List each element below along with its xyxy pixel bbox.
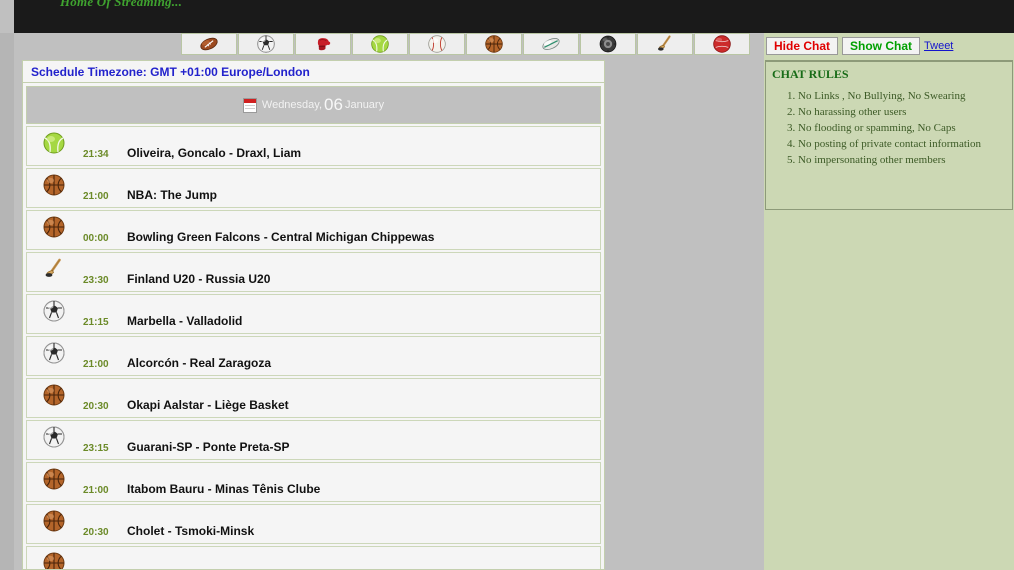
chat-rules-title: CHAT RULES xyxy=(772,67,849,81)
chat-rule-item: No flooding or spamming, No Caps xyxy=(798,120,1012,136)
rugby-icon xyxy=(541,34,561,54)
schedule-event-row[interactable]: 20:30 Okapi Aalstar - Liège Basket xyxy=(26,378,601,418)
schedule-month: January xyxy=(344,99,385,111)
chat-column: Hide Chat Show Chat Tweet CHAT RULES No … xyxy=(764,33,1014,570)
show-chat-button[interactable]: Show Chat xyxy=(842,37,921,55)
event-name: Bowling Green Falcons - Central Michigan… xyxy=(127,230,435,244)
schedule-date-bar: Wednesday, 06 January xyxy=(26,86,601,124)
basketball-icon xyxy=(42,383,66,407)
schedule-event-row[interactable]: 23:15 Guarani-SP - Ponte Preta-SP xyxy=(26,420,601,460)
chat-rules-box: CHAT RULES No Links , No Bullying, No Sw… xyxy=(765,60,1013,210)
event-time: 21:15 xyxy=(83,317,109,328)
chat-rule-item: No impersonating other members xyxy=(798,152,1012,168)
hide-chat-button[interactable]: Hide Chat xyxy=(766,37,839,55)
site-banner: Home Of Streaming... xyxy=(14,0,1014,33)
tweet-link[interactable]: Tweet xyxy=(924,40,953,52)
schedule-event-row[interactable]: 20:30 Cholet - Tsmoki-Minsk xyxy=(26,504,601,544)
schedule-event-row[interactable]: 21:00 NBA: The Jump xyxy=(26,168,601,208)
schedule-event-row[interactable]: 00:00 Bowling Green Falcons - Central Mic… xyxy=(26,210,601,250)
ice-hockey-icon xyxy=(42,257,66,281)
event-time: 20:30 xyxy=(83,401,109,412)
chat-controls: Hide Chat Show Chat Tweet xyxy=(766,37,953,55)
sport-tab-tennis[interactable] xyxy=(352,33,408,55)
basketball-icon xyxy=(484,34,504,54)
event-name: Oliveira, Goncalo - Draxl, Liam xyxy=(127,146,302,160)
event-time: 21:34 xyxy=(83,149,109,160)
sport-tab-ice-hockey[interactable] xyxy=(637,33,693,55)
sport-tab-motorsport[interactable] xyxy=(580,33,636,55)
chat-rule-item: No posting of private contact informatio… xyxy=(798,136,1012,152)
schedule-weekday: Wednesday, xyxy=(261,99,323,111)
american-football-icon xyxy=(199,34,219,54)
calendar-icon xyxy=(242,97,257,113)
basketball-icon xyxy=(42,467,66,491)
schedule-day: 06 xyxy=(324,95,343,114)
event-name: Alcorcón - Real Zaragoza xyxy=(127,356,272,370)
event-time: 21:00 xyxy=(83,191,109,202)
schedule-event-row[interactable]: 21:00 Alcorcón - Real Zaragoza xyxy=(26,336,601,376)
chat-message-area[interactable] xyxy=(764,212,1014,570)
event-name: Finland U20 - Russia U20 xyxy=(127,272,271,286)
basketball-icon xyxy=(42,509,66,533)
sport-tab-basketball[interactable] xyxy=(466,33,522,55)
schedule-panel: Schedule Timezone: GMT +01:00 Europe/Lon… xyxy=(22,60,605,570)
event-time: 21:00 xyxy=(83,359,109,370)
event-time: 21:00 xyxy=(83,485,109,496)
site-logo-text: Home Of Streaming... xyxy=(60,0,183,9)
event-name: Cholet - Tsmoki-Minsk xyxy=(127,524,255,538)
event-time: 00:00 xyxy=(83,233,109,244)
chat-rule-item: No Links , No Bullying, No Swearing xyxy=(798,88,1012,104)
chat-rules-list: No Links , No Bullying, No SwearingNo ha… xyxy=(766,88,1012,168)
ice-hockey-icon xyxy=(655,34,675,54)
event-time: 20:30 xyxy=(83,527,109,538)
sport-tab-rugby[interactable] xyxy=(523,33,579,55)
tennis-icon xyxy=(42,131,66,155)
event-time: 23:15 xyxy=(83,443,109,454)
schedule-event-row[interactable]: 21:34 Oliveira, Goncalo - Draxl, Liam xyxy=(26,126,601,166)
schedule-event-row[interactable] xyxy=(26,546,601,569)
tennis-icon xyxy=(370,34,390,54)
boxing-icon xyxy=(313,34,333,54)
schedule-event-list: 21:34 Oliveira, Goncalo - Draxl, Liam 21:… xyxy=(23,124,604,569)
basketball-icon xyxy=(42,215,66,239)
left-gutter xyxy=(0,33,14,570)
event-name: Marbella - Valladolid xyxy=(127,314,243,328)
center-empty-area xyxy=(607,57,764,570)
event-name: Okapi Aalstar - Liège Basket xyxy=(127,398,289,412)
sport-tab-baseball[interactable] xyxy=(409,33,465,55)
schedule-timezone-title: Schedule Timezone: GMT +01:00 Europe/Lon… xyxy=(23,61,604,83)
schedule-event-row[interactable]: 23:30 Finland U20 - Russia U20 xyxy=(26,252,601,292)
basketball-icon xyxy=(42,173,66,197)
baseball-icon xyxy=(427,34,447,54)
sport-tab-boxing[interactable] xyxy=(295,33,351,55)
soccer-icon xyxy=(42,341,66,365)
chat-rule-item: No harassing other users xyxy=(798,104,1012,120)
cricket-icon xyxy=(712,34,732,54)
event-name: NBA: The Jump xyxy=(127,188,217,202)
soccer-icon xyxy=(42,425,66,449)
sport-tab-cricket[interactable] xyxy=(694,33,750,55)
motorsport-icon xyxy=(598,34,618,54)
sport-tabs xyxy=(181,33,751,57)
soccer-icon xyxy=(42,299,66,323)
basketball-icon xyxy=(42,551,66,569)
schedule-event-row[interactable]: 21:00 Itabom Bauru - Minas Tênis Clube xyxy=(26,462,601,502)
soccer-icon xyxy=(256,34,276,54)
page-root: Home Of Streaming... Schedule Timezone: … xyxy=(0,0,1014,570)
event-name: Guarani-SP - Ponte Preta-SP xyxy=(127,440,290,454)
sport-tab-american-football[interactable] xyxy=(181,33,237,55)
sport-tab-soccer[interactable] xyxy=(238,33,294,55)
event-name: Itabom Bauru - Minas Tênis Clube xyxy=(127,482,321,496)
schedule-event-row[interactable]: 21:15 Marbella - Valladolid xyxy=(26,294,601,334)
event-time: 23:30 xyxy=(83,275,109,286)
